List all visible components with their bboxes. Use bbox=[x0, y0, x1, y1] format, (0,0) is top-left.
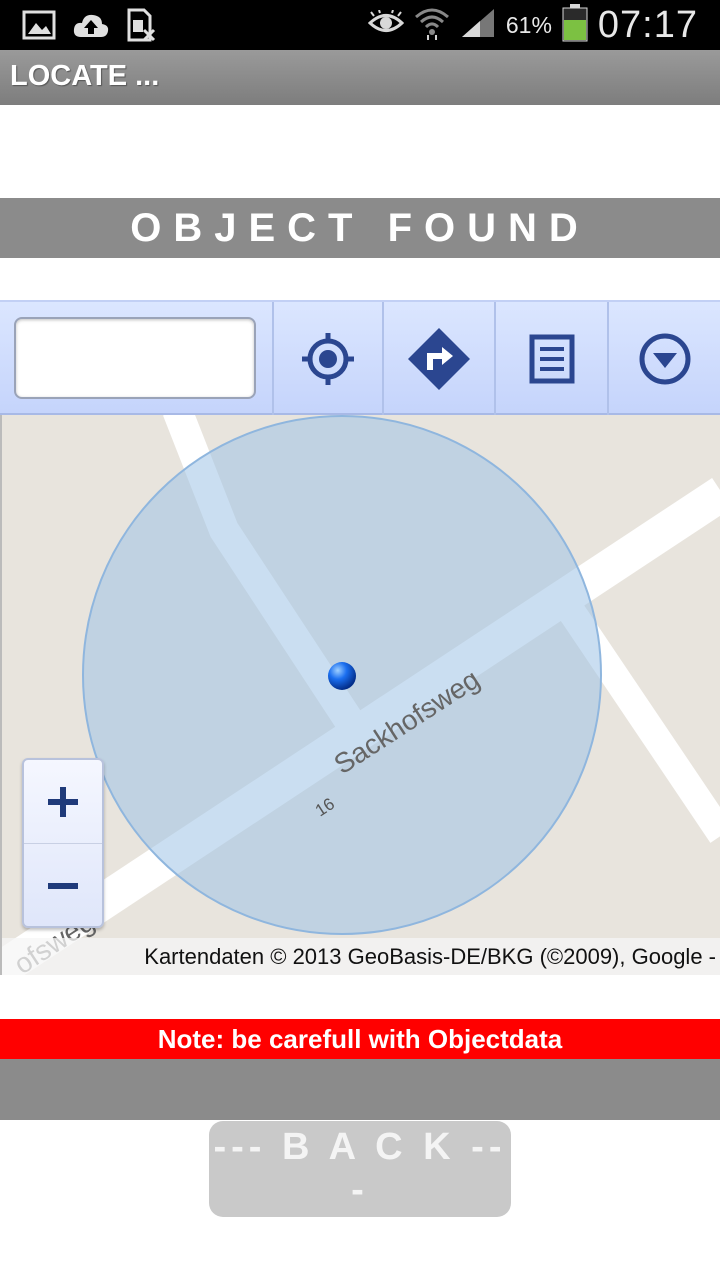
sim-card-icon bbox=[126, 8, 156, 47]
zoom-in-button[interactable] bbox=[24, 760, 102, 844]
signal-icon bbox=[460, 7, 496, 44]
map-search-input[interactable] bbox=[14, 317, 256, 399]
map-canvas: Sackhofsweg 16 ofsweg bbox=[2, 415, 720, 975]
image-icon bbox=[22, 10, 56, 45]
list-button[interactable] bbox=[494, 302, 607, 415]
warning-note: Note: be carefull with Objectdata bbox=[0, 1019, 720, 1059]
plus-icon bbox=[48, 786, 78, 817]
eye-icon bbox=[367, 9, 405, 41]
wifi-icon bbox=[414, 5, 450, 46]
app-title: LOCATE ... bbox=[10, 60, 160, 92]
battery-percent: 61% bbox=[505, 11, 552, 38]
map-view[interactable]: Sackhofsweg 16 ofsweg Kartendaten © 2013… bbox=[0, 415, 720, 975]
cloud-upload-icon bbox=[72, 10, 110, 45]
map-toolbar bbox=[0, 300, 720, 415]
battery-icon bbox=[562, 3, 588, 47]
locate-button[interactable] bbox=[272, 302, 382, 415]
status-icons-right: 61% 07:17 bbox=[367, 0, 698, 50]
locate-icon bbox=[300, 331, 356, 387]
object-found-banner: OBJECT FOUND bbox=[0, 198, 720, 258]
back-button-label: --- B A C K --- bbox=[213, 1126, 507, 1211]
title-bar: LOCATE ... bbox=[0, 50, 720, 105]
list-icon bbox=[529, 334, 575, 384]
zoom-out-button[interactable] bbox=[24, 844, 102, 928]
directions-icon bbox=[406, 326, 472, 392]
footer-bar bbox=[0, 1059, 720, 1120]
directions-button[interactable] bbox=[382, 302, 494, 415]
minus-icon bbox=[48, 883, 78, 889]
back-button[interactable]: --- B A C K --- bbox=[209, 1121, 511, 1217]
status-bar: 61% 07:17 bbox=[0, 0, 720, 50]
dropdown-button[interactable] bbox=[607, 302, 720, 415]
location-marker[interactable] bbox=[328, 662, 356, 690]
status-icons-left bbox=[22, 8, 156, 47]
zoom-control bbox=[22, 758, 104, 928]
note-text: Note: be carefull with Objectdata bbox=[157, 1023, 563, 1054]
map-attribution: Kartendaten © 2013 GeoBasis-DE/BKG (©200… bbox=[2, 938, 720, 975]
dropdown-icon bbox=[638, 332, 692, 386]
status-time: 07:17 bbox=[597, 3, 698, 46]
banner-text: OBJECT FOUND bbox=[130, 205, 590, 250]
